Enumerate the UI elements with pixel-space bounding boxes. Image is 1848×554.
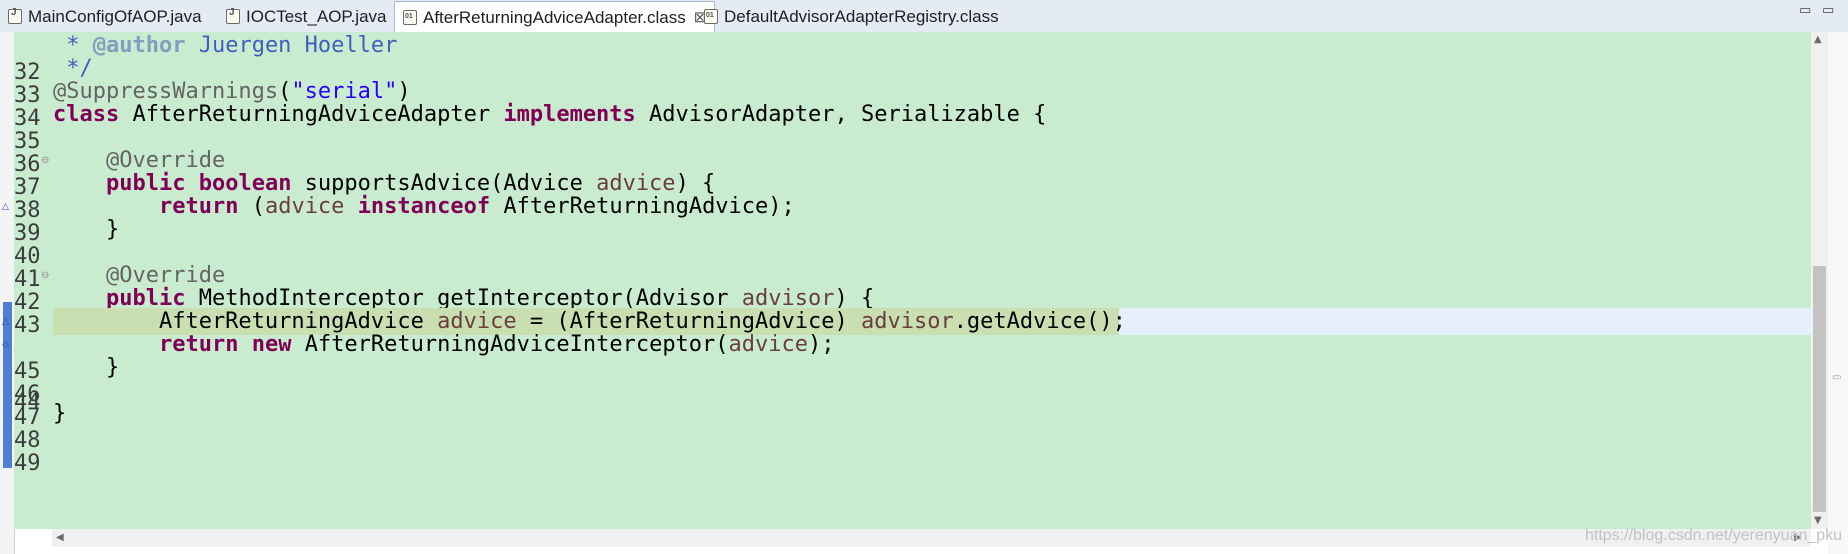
code-line: 49	[14, 423, 1811, 476]
tab-mainconfigofaop[interactable]: MainConfigOfAOP.java	[0, 2, 202, 31]
scroll-up-arrow-icon[interactable]: ▲	[1814, 34, 1822, 45]
code-area[interactable]: 32 * @author Juergen Hoeller 33 */ 34 @S…	[14, 32, 1811, 529]
tab-defaultadvisoradapterregistry[interactable]: DefaultAdvisorAdapterRegistry.class	[696, 2, 999, 31]
overview-marker-icon[interactable]: ▭	[1832, 372, 1841, 383]
tab-label: MainConfigOfAOP.java	[28, 6, 202, 26]
eclipse-editor-window: MainConfigOfAOP.java IOCTest_AOP.java Af…	[0, 0, 1848, 554]
horizontal-scrollbar[interactable]: ◀ ▶	[52, 529, 1811, 547]
tab-ioctest-aop[interactable]: IOCTest_AOP.java	[218, 2, 386, 31]
line-number: 49	[14, 451, 41, 476]
scroll-left-arrow-icon[interactable]: ◀	[56, 532, 64, 543]
java-file-icon	[226, 7, 240, 24]
tab-label: IOCTest_AOP.java	[246, 6, 387, 26]
tab-afterreturningadviceadapter[interactable]: AfterReturningAdviceAdapter.class ⊠	[394, 1, 716, 33]
override-marker-icon[interactable]: ◇	[2, 340, 9, 350]
class-file-icon	[704, 9, 718, 24]
override-marker-icon[interactable]: △	[2, 317, 9, 327]
tab-label: DefaultAdvisorAdapterRegistry.class	[724, 6, 999, 26]
java-file-icon	[8, 7, 22, 24]
quick-diff-ruler: △ △ ◇	[0, 32, 15, 554]
vertical-scrollbar[interactable]: ▲ ▼	[1811, 32, 1828, 529]
class-file-icon	[403, 10, 417, 25]
editor-tab-bar: MainConfigOfAOP.java IOCTest_AOP.java Af…	[0, 0, 1848, 33]
override-marker-icon[interactable]: △	[2, 202, 9, 212]
code-editor[interactable]: △ △ ◇ 32 * @author Juergen Hoeller 33 */…	[0, 32, 1848, 554]
vertical-scrollbar-thumb[interactable]	[1813, 266, 1826, 512]
scroll-down-arrow-icon[interactable]: ▼	[1814, 515, 1822, 526]
minimize-icon[interactable]: ▭	[1799, 3, 1811, 18]
maximize-icon[interactable]: ▭	[1822, 3, 1834, 18]
tab-label: AfterReturningAdviceAdapter.class	[423, 7, 686, 27]
watermark: https://blog.csdn.net/yerenyuan_pku	[1585, 527, 1843, 544]
overview-ruler[interactable]: ▭	[1828, 32, 1848, 554]
